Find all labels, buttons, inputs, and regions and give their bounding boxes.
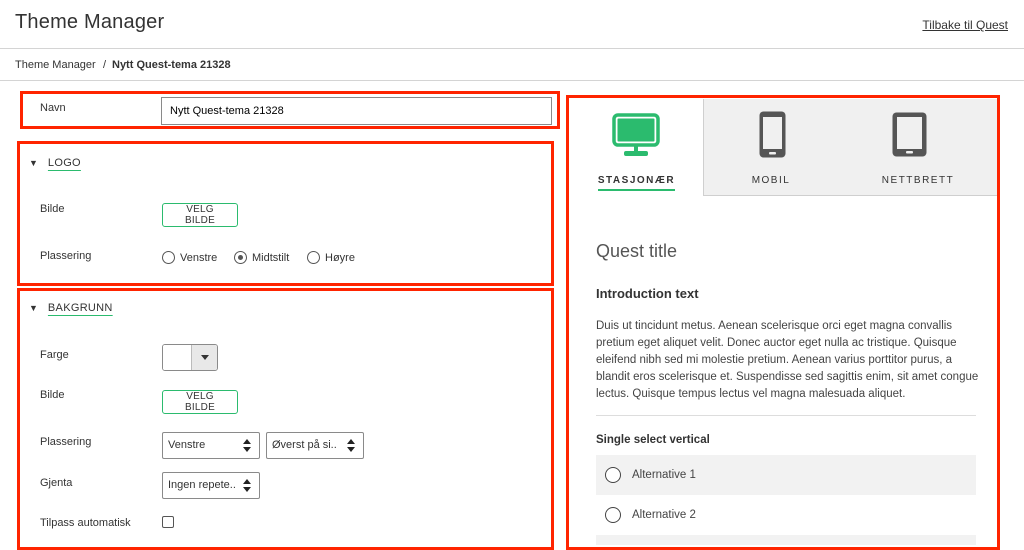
logo-placement-label: Plassering: [40, 250, 92, 262]
color-swatch: [163, 345, 191, 370]
chevron-down-icon: [191, 345, 217, 370]
name-input[interactable]: [161, 97, 552, 125]
app-title: Theme Manager: [15, 11, 165, 33]
logo-highlight-box: [17, 141, 554, 286]
breadcrumb: Theme Manager / Nytt Quest-tema 21328: [0, 49, 1024, 81]
breadcrumb-current: Nytt Quest-tema 21328: [112, 59, 231, 71]
background-image-label: Bilde: [40, 389, 65, 401]
back-to-quest-link[interactable]: Tilbake til Quest: [922, 18, 1008, 32]
breadcrumb-separator: /: [103, 59, 107, 71]
stepper-arrows-icon: [235, 473, 259, 498]
background-highlight-box: [17, 288, 554, 550]
background-placement-label: Plassering: [40, 436, 92, 448]
background-repeat-label: Gjenta: [40, 477, 73, 489]
radio-circle-icon: [162, 251, 175, 264]
logo-placement-right-radio[interactable]: Høyre: [307, 251, 355, 264]
stepper-arrows-icon: [235, 433, 259, 458]
background-autofit-checkbox[interactable]: [162, 516, 174, 528]
radio-circle-icon: [307, 251, 320, 264]
preview-highlight-box: [566, 95, 1000, 550]
logo-section-toggle[interactable]: ▼ LOGO: [29, 157, 81, 169]
name-label: Navn: [40, 102, 66, 114]
breadcrumb-root[interactable]: Theme Manager: [15, 59, 96, 71]
stepper-arrows-icon: [339, 433, 363, 458]
logo-section-title: LOGO: [47, 157, 81, 169]
app-header: Theme Manager Tilbake til Quest: [0, 0, 1024, 49]
background-autofit-label: Tilpass automatisk: [40, 517, 131, 529]
logo-choose-image-button[interactable]: VELG BILDE: [162, 203, 238, 227]
background-color-picker[interactable]: [162, 344, 218, 371]
background-color-label: Farge: [40, 349, 69, 361]
background-placement-vertical-select[interactable]: Øverst på si..: [266, 432, 364, 459]
collapse-triangle-icon: ▼: [29, 158, 38, 168]
background-choose-image-button[interactable]: VELG BILDE: [162, 390, 238, 414]
background-repeat-select[interactable]: Ingen repete..: [162, 472, 260, 499]
radio-selected-icon: [234, 251, 247, 264]
background-section-title: BAKGRUNN: [47, 302, 113, 314]
background-section-toggle[interactable]: ▼ BAKGRUNN: [29, 302, 113, 314]
collapse-triangle-icon: ▼: [29, 303, 38, 313]
logo-placement-center-radio[interactable]: Midtstilt: [234, 251, 289, 264]
logo-placement-left-radio[interactable]: Venstre: [162, 251, 217, 264]
background-placement-horizontal-select[interactable]: Venstre: [162, 432, 260, 459]
logo-image-label: Bilde: [40, 203, 65, 215]
